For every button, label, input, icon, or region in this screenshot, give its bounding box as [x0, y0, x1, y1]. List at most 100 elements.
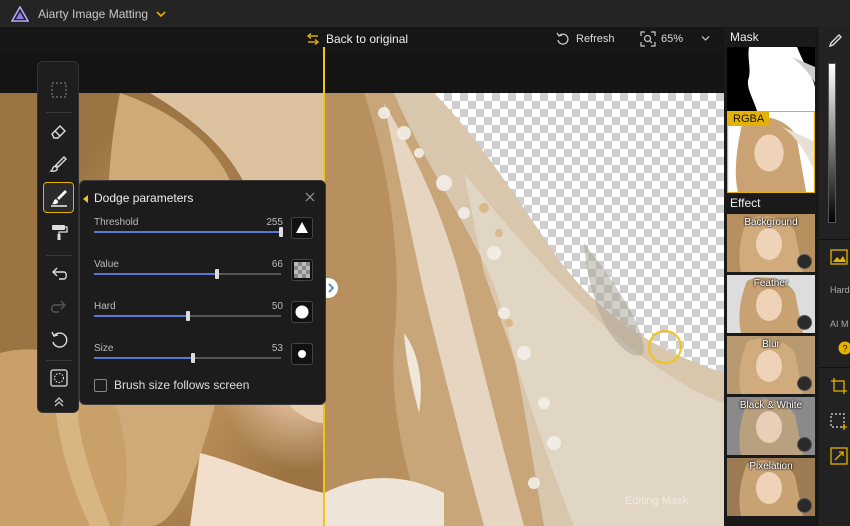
panel-title: Dodge parameters [94, 191, 194, 205]
slider-label: Size [94, 343, 114, 354]
ai-mode-label: AI M [830, 319, 849, 329]
effect-name: Pixelation [749, 461, 793, 472]
mask-gradient-bar[interactable] [828, 63, 836, 223]
zoom-chevron-down-icon[interactable] [701, 35, 710, 42]
effect-name: Black & White [739, 400, 803, 411]
effect-toggle[interactable] [797, 376, 812, 391]
slider-thumb[interactable] [215, 269, 220, 279]
dodge-tool[interactable] [43, 182, 74, 213]
panel-caret [83, 195, 88, 203]
zoom-fit-icon [640, 31, 656, 47]
effect-blur[interactable]: Blur [727, 336, 815, 394]
slider-thumb[interactable] [185, 311, 190, 321]
canvas-toolbar: Back to original Refresh 65% [0, 27, 724, 53]
effect-toggle[interactable] [797, 498, 812, 513]
circle-icon [295, 305, 309, 319]
circle-select-icon [49, 368, 68, 387]
zoom-level: 65% [661, 33, 684, 45]
slider-fill [94, 357, 194, 359]
dot-icon [298, 350, 306, 358]
bride-portrait-right [324, 93, 724, 526]
slider-fill [94, 231, 281, 233]
mask-section-label: Mask [730, 30, 759, 44]
eyedropper-icon[interactable] [827, 33, 843, 49]
checker-shape-button[interactable] [291, 259, 313, 281]
paint-roller-tool[interactable] [43, 216, 74, 247]
effect-pixelation[interactable]: Pixelation [727, 458, 815, 516]
refresh-button[interactable]: Refresh [556, 32, 615, 46]
slider-thumb[interactable] [279, 227, 283, 237]
dodge-parameters-panel: Dodge parameters Threshold 255 Value 66 [79, 180, 326, 405]
size-slider[interactable] [94, 353, 281, 363]
zoom-control[interactable]: 65% [640, 31, 683, 47]
marquee-icon [50, 81, 67, 98]
swap-arrows-icon [306, 33, 320, 45]
mask-adjust-panel: Hard AI M ? [817, 27, 850, 526]
rgba-thumbnail[interactable]: RGBA [727, 111, 815, 193]
back-to-original-button[interactable]: Back to original [306, 32, 408, 46]
slider-thumb[interactable] [191, 353, 196, 363]
checkbox-box[interactable] [94, 378, 107, 392]
effect-toggle[interactable] [797, 254, 812, 269]
value-slider[interactable] [94, 269, 281, 279]
checker-icon [294, 262, 310, 278]
slider-value: 50 [271, 301, 283, 312]
circle-select-tool[interactable] [43, 362, 74, 393]
help-icon[interactable]: ? [838, 341, 850, 355]
size-slider-row: Size 53 [94, 343, 319, 379]
editing-mask-watermark: Editing Mask [625, 495, 688, 507]
tool-palette [37, 61, 79, 413]
split-handle-chevron-icon [328, 283, 335, 293]
collapse-button[interactable] [43, 392, 74, 412]
layers-panel: Mask RGBA Effect Background Feather Blur… [724, 27, 817, 526]
dot-shape-button[interactable] [291, 343, 313, 365]
redo-button[interactable] [43, 291, 74, 322]
back-to-original-label: Back to original [326, 32, 409, 46]
hard-slider-row: Hard 50 [94, 301, 319, 337]
rgba-tag: RGBA [728, 112, 770, 126]
eraser-icon [50, 124, 66, 139]
expand-icon[interactable] [830, 447, 848, 465]
tool-separator [46, 255, 72, 256]
effect-background[interactable]: Background [727, 214, 815, 272]
hard-slider[interactable] [94, 311, 281, 321]
triangle-shape-button[interactable] [291, 217, 313, 239]
crop-icon[interactable] [830, 377, 848, 395]
effect-black-white[interactable]: Black & White [727, 397, 815, 455]
undo-button[interactable] [43, 258, 74, 289]
effect-section-label: Effect [730, 196, 761, 210]
slider-label: Value [94, 259, 119, 270]
panel-separator [818, 239, 850, 240]
reset-button[interactable] [43, 324, 74, 355]
svg-text:?: ? [842, 344, 847, 354]
effect-toggle[interactable] [797, 437, 812, 452]
value-slider-row: Value 66 [94, 259, 319, 295]
slider-fill [94, 273, 218, 275]
effect-toggle[interactable] [797, 315, 812, 330]
select-tool[interactable] [43, 74, 74, 105]
effect-feather[interactable]: Feather [727, 275, 815, 333]
threshold-slider[interactable] [94, 227, 283, 237]
title-bar: Aiarty Image Matting [0, 0, 850, 27]
eraser-tool[interactable] [43, 115, 74, 146]
slider-value: 53 [271, 343, 283, 354]
redo-icon [50, 300, 66, 313]
circle-shape-button[interactable] [291, 301, 313, 323]
slider-value: 66 [271, 259, 283, 270]
chevron-down-icon[interactable] [156, 9, 166, 19]
slider-label: Hard [94, 301, 116, 312]
threshold-slider-row: Threshold 255 [94, 217, 319, 253]
background-image-icon[interactable] [830, 249, 848, 265]
compare-split-handle[interactable] [326, 278, 338, 298]
brush-icon [48, 155, 67, 172]
close-icon[interactable] [304, 191, 316, 203]
brush-cursor [648, 330, 682, 364]
reset-icon [50, 331, 67, 348]
triangle-icon [296, 222, 308, 233]
selection-add-icon[interactable] [830, 413, 848, 431]
brush-size-follows-screen-checkbox[interactable]: Brush size follows screen [94, 378, 249, 392]
refresh-icon [556, 32, 569, 45]
effect-name: Blur [762, 339, 780, 350]
tool-separator [46, 112, 72, 113]
brush-tool[interactable] [43, 148, 74, 179]
